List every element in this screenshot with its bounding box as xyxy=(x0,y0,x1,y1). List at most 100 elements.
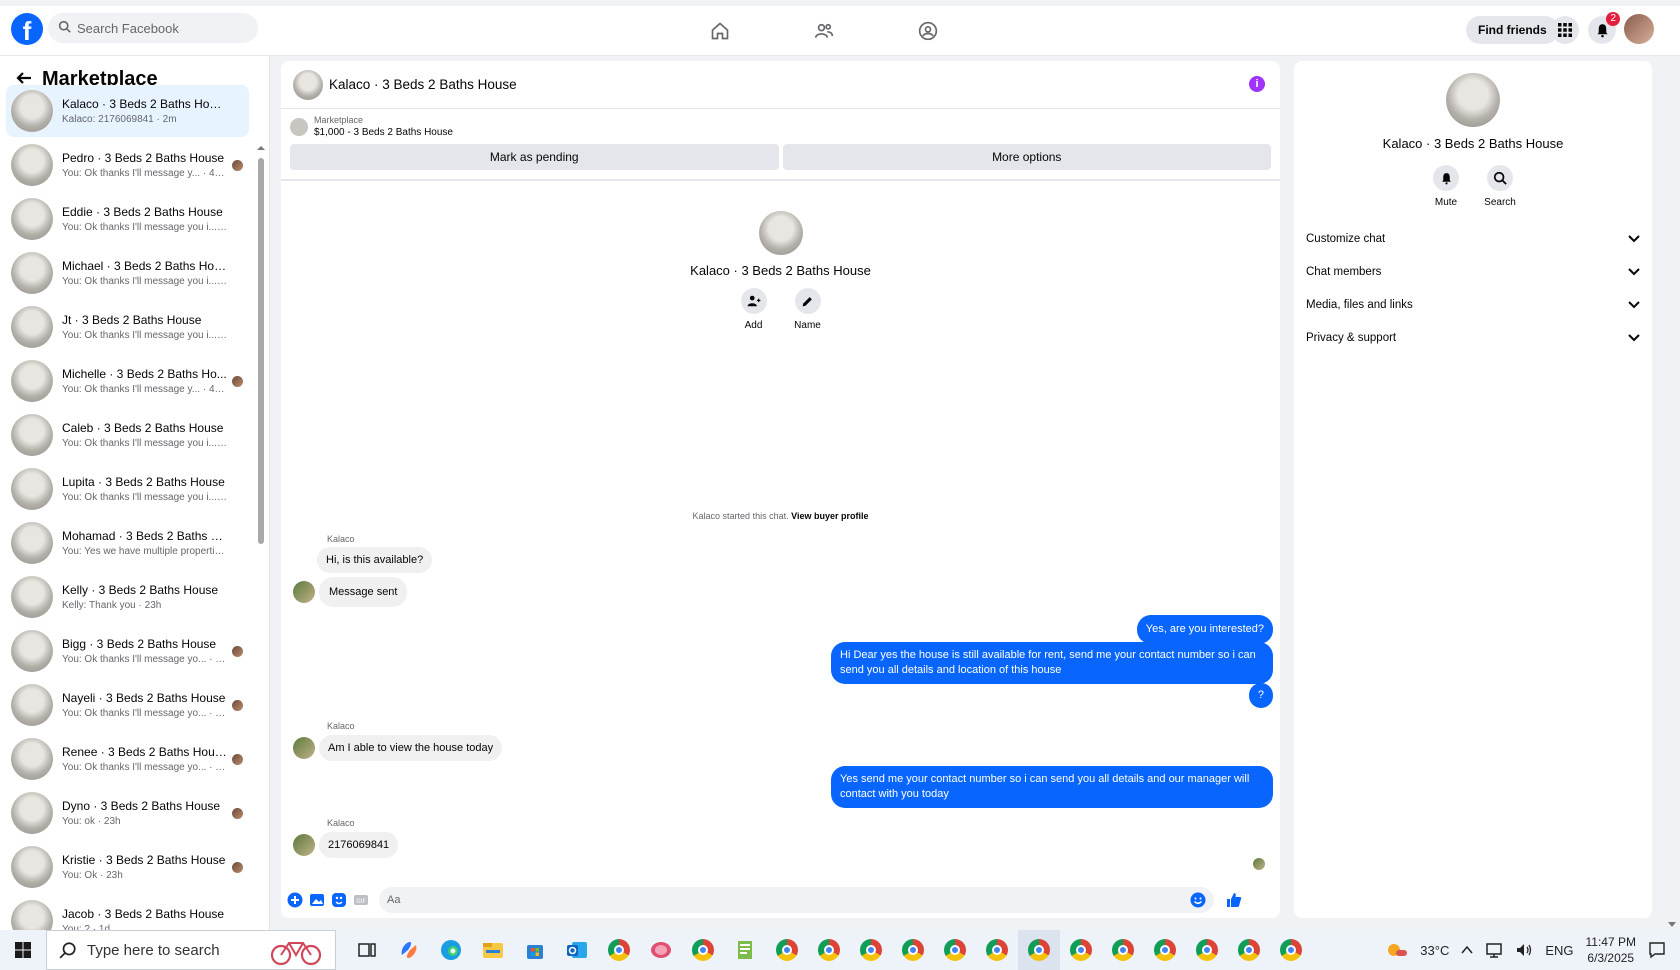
conversation-item[interactable]: Eddie · 3 Beds 2 Baths House You: Ok than… xyxy=(6,193,249,245)
outlook-icon[interactable] xyxy=(556,930,598,970)
outgoing-message[interactable]: Yes send me your contact number so i can… xyxy=(831,766,1273,808)
notifications-button[interactable]: 2 xyxy=(1588,12,1620,44)
conversation-item[interactable]: Kelly · 3 Beds 2 Baths House Kelly: Thank… xyxy=(6,571,249,623)
incoming-message[interactable]: Hi, is this available? xyxy=(317,547,433,573)
message-input[interactable]: Aa xyxy=(379,887,1214,913)
task-view-icon[interactable] xyxy=(346,930,388,970)
chrome-window-icon-active[interactable] xyxy=(1018,930,1060,970)
chat-title[interactable]: Kalaco · 3 Beds 2 Baths House xyxy=(329,77,517,92)
chrome-window-icon[interactable] xyxy=(1270,930,1312,970)
chrome-window-icon[interactable] xyxy=(850,930,892,970)
menu-button[interactable] xyxy=(1551,16,1579,44)
conversation-thumbnail xyxy=(11,738,53,780)
copilot-icon[interactable] xyxy=(388,930,430,970)
details-avatar[interactable] xyxy=(1446,73,1500,127)
chrome-window-icon[interactable] xyxy=(1186,930,1228,970)
mark-as-pending-button[interactable]: Mark as pending xyxy=(290,144,779,170)
chrome-icon[interactable] xyxy=(598,930,640,970)
edit-name-button[interactable]: Name xyxy=(794,288,822,331)
outgoing-message[interactable]: Yes, are you interested? xyxy=(1136,615,1273,644)
facebook-logo[interactable]: f xyxy=(11,13,43,45)
home-icon[interactable] xyxy=(700,16,740,46)
search-icon xyxy=(1493,171,1507,185)
search-in-chat-button[interactable]: Search xyxy=(1484,165,1516,208)
chat-avatar[interactable] xyxy=(293,69,323,100)
plus-icon[interactable] xyxy=(287,892,303,908)
file-explorer-icon[interactable] xyxy=(472,930,514,970)
chrome-window-icon[interactable] xyxy=(1060,930,1102,970)
account-avatar[interactable] xyxy=(1624,14,1654,44)
incoming-message[interactable]: 2176069841 xyxy=(319,832,399,858)
edge-icon[interactable] xyxy=(430,930,472,970)
search-icon xyxy=(59,942,76,959)
photos-app-icon[interactable] xyxy=(640,930,682,970)
temperature[interactable]: 33°C xyxy=(1420,943,1449,958)
conversation-thumbnail xyxy=(11,90,53,132)
chrome-window-icon[interactable] xyxy=(766,930,808,970)
conversation-item[interactable]: Michael · 3 Beds 2 Baths House You: Ok th… xyxy=(6,247,249,299)
taskbar-search-placeholder: Type here to search xyxy=(87,941,220,959)
chrome-window-icon[interactable] xyxy=(892,930,934,970)
add-people-button[interactable]: Add xyxy=(740,288,768,331)
details-section[interactable]: Privacy & support xyxy=(1294,321,1652,354)
mute-button[interactable]: Mute xyxy=(1433,165,1459,208)
seen-avatar xyxy=(232,808,243,819)
chat-details-panel: Kalaco · 3 Beds 2 Baths House Mute Searc… xyxy=(1294,61,1652,918)
conversation-item[interactable]: Jacob · 3 Beds 2 Baths House You: ? · 1d xyxy=(6,895,249,930)
conversation-item[interactable]: Lupita · 3 Beds 2 Baths House You: Ok tha… xyxy=(6,463,249,515)
incoming-message[interactable]: Am I able to view the house today xyxy=(319,735,503,761)
language-indicator[interactable]: ENG xyxy=(1545,943,1573,958)
conversation-name: Jacob · 3 Beds 2 Baths House xyxy=(62,907,225,921)
taskbar-search-box[interactable]: Type here to search xyxy=(46,930,336,970)
photo-icon[interactable] xyxy=(309,892,325,908)
details-section[interactable]: Chat members xyxy=(1294,255,1652,288)
clock[interactable]: 11:47 PM 6/3/2025 xyxy=(1586,934,1636,966)
conversation-scrollbar[interactable] xyxy=(257,144,265,930)
outgoing-message[interactable]: Hi Dear yes the house is still available… xyxy=(831,642,1273,684)
conversation-thumbnail xyxy=(11,792,53,834)
conversation-item[interactable]: Renee · 3 Beds 2 Baths House You: Ok than… xyxy=(6,733,249,785)
friends-icon[interactable] xyxy=(804,16,844,46)
conversation-name: Jt · 3 Beds 2 Baths House xyxy=(62,313,202,327)
conversation-item[interactable]: Jt · 3 Beds 2 Baths House You: Ok thanks … xyxy=(6,301,249,353)
outgoing-message[interactable]: ? xyxy=(1248,683,1273,708)
listing-info[interactable]: Marketplace $1,000 - 3 Beds 2 Baths Hous… xyxy=(281,109,1280,138)
thumbs-up-icon[interactable] xyxy=(1226,892,1242,908)
conversation-item[interactable]: Dyno · 3 Beds 2 Baths House You: ok · 23h xyxy=(6,787,249,839)
windows-start-button[interactable] xyxy=(0,930,46,970)
conversation-item[interactable]: Mohamad · 3 Beds 2 Baths House You: Yes w… xyxy=(6,517,249,569)
microsoft-store-icon[interactable] xyxy=(514,930,556,970)
chrome-window-icon[interactable] xyxy=(1102,930,1144,970)
sender-avatar xyxy=(293,737,315,759)
conversation-item[interactable]: Kalaco · 3 Beds 2 Baths House Kalaco: 217… xyxy=(6,85,249,137)
conversation-item[interactable]: Bigg · 3 Beds 2 Baths House You: Ok thank… xyxy=(6,625,249,677)
chrome-window-icon[interactable] xyxy=(976,930,1018,970)
chrome-window-icon[interactable] xyxy=(1144,930,1186,970)
conversation-item[interactable]: Michelle · 3 Beds 2 Baths Ho... You: Ok t… xyxy=(6,355,249,407)
details-section[interactable]: Customize chat xyxy=(1294,222,1652,255)
notepad-icon[interactable] xyxy=(724,930,766,970)
more-options-button[interactable]: More options xyxy=(782,144,1271,170)
info-icon[interactable]: i xyxy=(1249,76,1265,92)
chrome-window-icon[interactable] xyxy=(808,930,850,970)
chrome-window-icon[interactable] xyxy=(934,930,976,970)
conversation-thumbnail xyxy=(11,414,53,456)
conversation-snippet: You: ok · 23h xyxy=(62,816,121,827)
gif-icon[interactable]: GIF xyxy=(353,892,369,908)
sticker-icon[interactable] xyxy=(331,892,347,908)
groups-icon[interactable] xyxy=(908,16,948,46)
conversation-item[interactable]: Caleb · 3 Beds 2 Baths House You: Ok than… xyxy=(6,409,249,461)
conversation-item[interactable]: Kristie · 3 Beds 2 Baths House You: Ok · … xyxy=(6,841,249,893)
incoming-message[interactable]: Message sent xyxy=(319,577,408,607)
chrome-profile-icon[interactable] xyxy=(682,930,724,970)
find-friends-button[interactable]: Find friends xyxy=(1466,16,1559,44)
chevron-down-icon xyxy=(1628,300,1640,308)
details-section[interactable]: Media, files and links xyxy=(1294,288,1652,321)
view-buyer-profile-link[interactable]: View buyer profile xyxy=(791,511,868,521)
emoji-icon[interactable] xyxy=(1190,892,1206,911)
chrome-window-icon[interactable] xyxy=(1228,930,1270,970)
search-facebook-input[interactable]: Search Facebook xyxy=(48,13,258,43)
page-scrollbar[interactable] xyxy=(1664,56,1680,930)
conversation-item[interactable]: Pedro · 3 Beds 2 Baths House You: Ok than… xyxy=(6,139,249,191)
conversation-item[interactable]: Nayeli · 3 Beds 2 Baths House You: Ok tha… xyxy=(6,679,249,731)
